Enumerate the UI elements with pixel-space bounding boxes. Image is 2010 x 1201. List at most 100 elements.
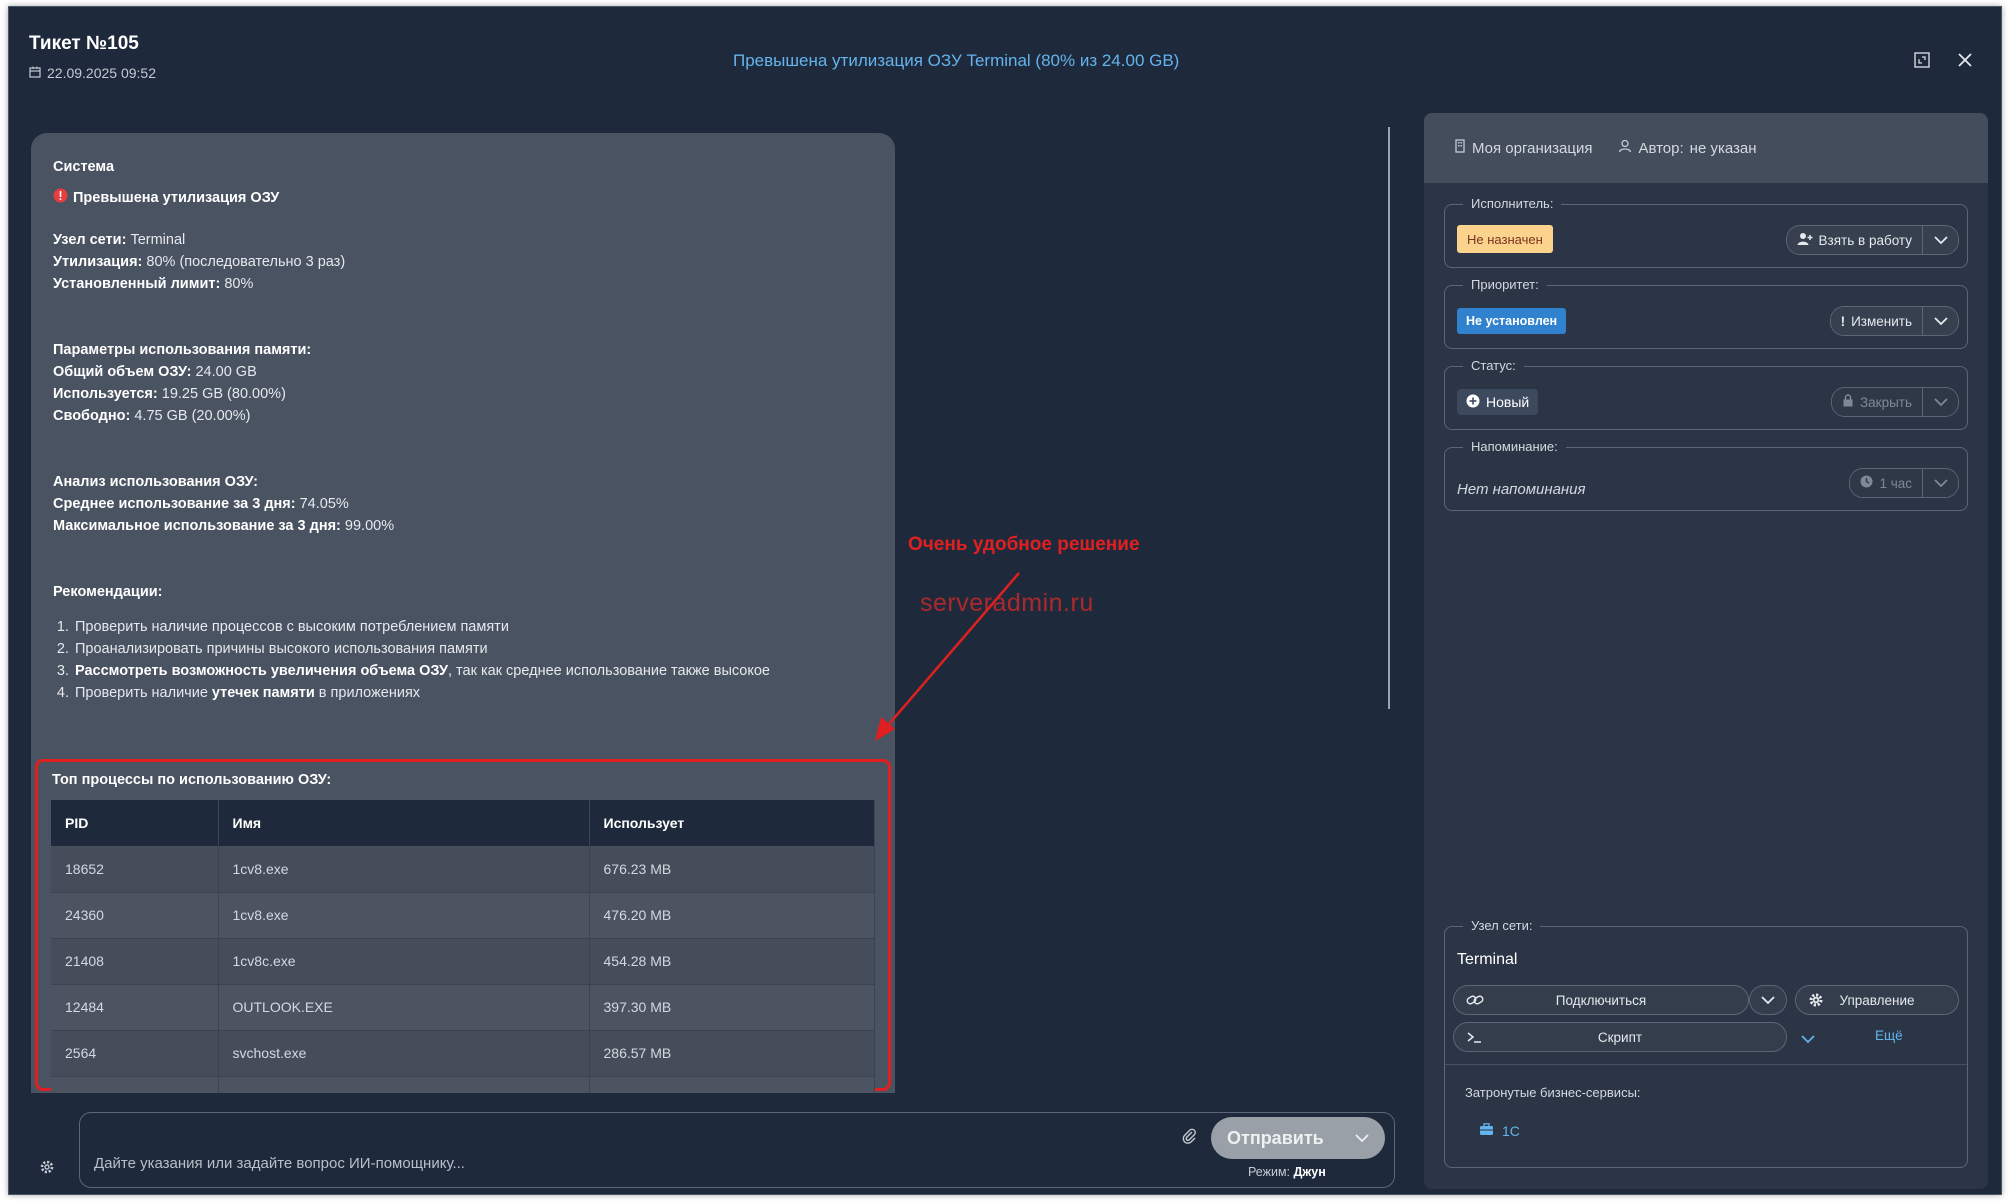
cell-usage: 397.30 MB <box>589 984 875 1031</box>
expand-icon <box>1914 52 1930 68</box>
reminder-button[interactable]: 1 час <box>1850 469 1922 497</box>
total-line: Общий объем ОЗУ: 24.00 GB <box>53 364 257 380</box>
expand-button[interactable] <box>1909 47 1935 73</box>
connect-button[interactable]: Подключиться <box>1453 985 1749 1015</box>
cell-name: 1cv8c.exe <box>218 938 590 985</box>
ticket-sidebar: Моя организация Автор: не указан Исполни… <box>1424 113 1988 1189</box>
message-placeholder: Дайте указания или задайте вопрос ИИ-пом… <box>94 1155 465 1172</box>
cell-usage: 476.20 MB <box>589 892 875 939</box>
cell-usage: 676.23 MB <box>589 846 875 893</box>
briefcase-icon <box>1479 1123 1494 1139</box>
cell-pid: 18652 <box>51 846 219 893</box>
cell-name: 1cv8.exe <box>218 846 590 893</box>
mem-params-title: Параметры использования памяти: <box>53 342 312 358</box>
biz-service-name: 1С <box>1502 1123 1520 1139</box>
reminder-dropdown[interactable] <box>1922 469 1958 497</box>
close-button[interactable] <box>1952 47 1978 73</box>
user-icon <box>1618 139 1632 157</box>
node-label: Узел сети: <box>1463 918 1541 933</box>
status-value: Новый <box>1486 394 1530 410</box>
change-priority-button[interactable]: ! Изменить <box>1830 307 1922 335</box>
reminder-field: Напоминание: Нет напоминания 1 час <box>1444 439 1968 511</box>
send-button[interactable]: Отправить <box>1211 1117 1385 1159</box>
priority-badge: Не установлен <box>1457 308 1567 334</box>
status-badge: Новый <box>1457 389 1539 415</box>
chevron-down-icon <box>1933 397 1948 406</box>
author-value: не указан <box>1689 139 1757 157</box>
script-button[interactable]: Скрипт <box>1453 1022 1787 1052</box>
cell-pid: 2564 <box>51 1030 219 1077</box>
cell-usage <box>589 1076 875 1093</box>
cell-name <box>218 1076 590 1093</box>
node-line: Узел сети: Terminal <box>53 232 186 248</box>
used-line: Используется: 19.25 GB (80.00%) <box>53 386 286 402</box>
script-label: Скрипт <box>1597 1029 1643 1045</box>
paperclip-icon <box>1182 1128 1196 1144</box>
reminder-value: Нет напоминания <box>1457 481 1586 498</box>
mode-value: Джун <box>1293 1165 1326 1179</box>
priority-split: ! Изменить <box>1829 306 1959 336</box>
chevron-down-icon <box>1933 235 1948 244</box>
connect-dropdown[interactable] <box>1749 985 1787 1015</box>
status-field: Статус: Новый Закрыть <box>1444 358 1968 430</box>
close-ticket-button[interactable]: Закрыть <box>1832 388 1922 416</box>
mode-label: Режим: <box>1248 1165 1291 1179</box>
sidebar-header: Моя организация Автор: не указан <box>1424 113 1988 183</box>
ticket-date-text: 22.09.2025 09:52 <box>47 65 156 81</box>
close-ticket-label: Закрыть <box>1860 394 1912 410</box>
cell-name: svchost.exe <box>218 1030 590 1077</box>
priority-label: Приоритет: <box>1463 277 1547 292</box>
close-dropdown[interactable] <box>1922 388 1958 416</box>
calendar-icon <box>29 65 41 81</box>
link-icon <box>1466 992 1484 1011</box>
gear-icon <box>40 1160 54 1174</box>
limit-line: Установленный лимит: 80% <box>53 276 254 292</box>
cell-name: 1cv8.exe <box>218 892 590 939</box>
script-dropdown[interactable] <box>1801 1031 1815 1049</box>
take-work-dropdown[interactable] <box>1922 226 1958 254</box>
table-row: 21408 1cv8c.exe 454.28 MB <box>51 938 875 985</box>
org-name: Моя организация <box>1472 139 1593 157</box>
reminder-button-label: 1 час <box>1879 475 1912 491</box>
clock-icon <box>1860 475 1873 491</box>
vertical-divider <box>1388 127 1390 709</box>
send-label: Отправить <box>1227 1127 1324 1148</box>
top-processes-title: Топ процессы по использованию ОЗУ: <box>52 772 332 788</box>
cell-pid: 24360 <box>51 892 219 939</box>
more-link[interactable]: Ещё <box>1875 1028 1903 1043</box>
chevron-down-icon <box>1801 1035 1815 1044</box>
take-work-button[interactable]: Взять в работу <box>1786 226 1922 254</box>
attach-button[interactable] <box>1181 1127 1197 1150</box>
table-header: PID Имя Использует <box>51 800 875 846</box>
biz-service-item[interactable]: 1С <box>1479 1123 1520 1139</box>
send-dropdown[interactable] <box>1347 1133 1377 1143</box>
reco-item: Рассмотреть возможность увеличения объем… <box>73 660 770 682</box>
take-work-label: Взять в работу <box>1818 232 1912 248</box>
chevron-down-icon <box>1933 316 1948 325</box>
chevron-down-icon <box>1355 1133 1369 1142</box>
node-divider <box>1445 1064 1967 1065</box>
reco-list: Проверить наличие процессов с высоким по… <box>73 616 770 704</box>
alert-heading: Превышена утилизация ОЗУ <box>53 188 279 207</box>
cell-name: OUTLOOK.EXE <box>218 984 590 1031</box>
reco-item: Проверить наличие утечек памяти в прилож… <box>73 682 770 704</box>
cell-usage: 286.57 MB <box>589 1030 875 1077</box>
manage-button[interactable]: Управление <box>1795 985 1959 1015</box>
annotation-callout: Очень удобное решение <box>908 534 1140 555</box>
message-input[interactable]: Дайте указания или задайте вопрос ИИ-пом… <box>79 1112 1395 1188</box>
annotation-arrow <box>875 572 1020 741</box>
cell-pid: 12484 <box>51 984 219 1031</box>
lock-icon <box>1842 394 1854 410</box>
settings-button[interactable] <box>39 1159 55 1180</box>
close-icon <box>1958 53 1972 67</box>
chevron-down-icon <box>1761 995 1775 1004</box>
cell-pid: 21408 <box>51 938 219 985</box>
author-label: Автор: <box>1638 139 1684 157</box>
table-row: 24360 1cv8.exe 476.20 MB <box>51 892 875 939</box>
chevron-down-icon <box>1933 478 1948 487</box>
highlight-box: Топ процессы по использованию ОЗУ: PID И… <box>35 759 891 1093</box>
node-field: Узел сети: Terminal Подключиться Управле… <box>1444 918 1968 1168</box>
alert-icon <box>53 188 68 207</box>
plus-circle-icon <box>1466 394 1480 411</box>
priority-dropdown[interactable] <box>1922 307 1958 335</box>
